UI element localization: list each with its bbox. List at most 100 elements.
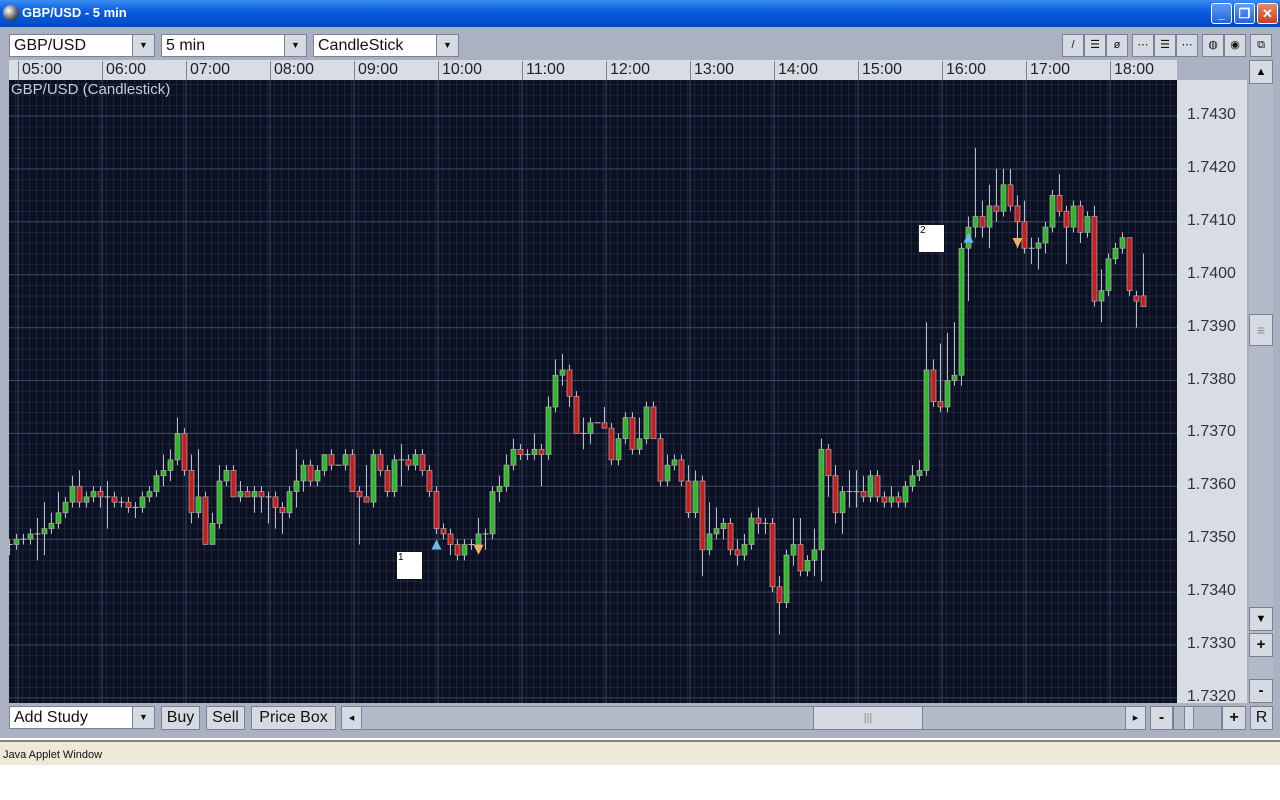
chevron-down-icon[interactable]: ▼ — [284, 35, 306, 56]
candle-down — [601, 422, 608, 429]
vertical-scrollbar[interactable]: ▲ ≡ ▼ + - — [1249, 60, 1273, 703]
candle-up — [888, 496, 895, 503]
candle-up — [643, 406, 650, 440]
time-zoom-in-button[interactable]: + — [1222, 706, 1246, 730]
trade-marker-2[interactable]: 2 — [919, 225, 944, 252]
vertical-scroll-thumb[interactable]: ≡ — [1249, 314, 1273, 346]
candle-up — [160, 470, 167, 477]
detach-window-icon[interactable]: ⧉ — [1250, 34, 1272, 57]
candle-down — [650, 406, 657, 440]
candle-down — [573, 396, 580, 434]
light-theme-icon[interactable]: ◍ — [1202, 34, 1224, 57]
chevron-down-icon[interactable]: ▼ — [132, 35, 154, 56]
candle-up — [559, 369, 566, 376]
scroll-right-button[interactable]: ▸ — [1125, 706, 1146, 730]
symbol-select[interactable]: GBP/USD ▼ — [9, 34, 155, 57]
candle-up — [195, 496, 202, 514]
candle-up — [944, 380, 951, 408]
price-label: 1.7380 — [1187, 370, 1236, 388]
candle-down — [930, 369, 937, 403]
candle-up — [41, 528, 48, 535]
sell-signal-icon — [473, 544, 484, 555]
trade-marker-1[interactable]: 1 — [397, 552, 422, 579]
candle-down — [1063, 210, 1070, 228]
candle-down — [657, 438, 664, 482]
ellipse-tool-icon[interactable]: ø — [1106, 34, 1128, 57]
candle-up — [818, 448, 825, 551]
time-zoom-slider[interactable] — [1173, 706, 1222, 730]
time-label: 15:00 — [858, 61, 942, 81]
horizontal-scroll-thumb[interactable]: ||| — [813, 706, 923, 730]
candle-up — [664, 464, 671, 482]
scroll-up-button[interactable]: ▲ — [1249, 60, 1273, 84]
candle-up — [804, 560, 811, 572]
chart-area[interactable]: GBP/USD (Candlestick) 1 2 — [9, 80, 1177, 703]
interval-value: 5 min — [166, 37, 206, 54]
restore-button[interactable]: ❐ — [1234, 3, 1255, 24]
price-zoom-in-button[interactable]: + — [1249, 633, 1273, 657]
chevron-down-icon[interactable]: ▼ — [436, 35, 458, 56]
candle-down — [76, 485, 83, 503]
scroll-left-button[interactable]: ◂ — [341, 706, 362, 730]
reset-button[interactable]: R — [1250, 706, 1273, 730]
buy-button[interactable]: Buy — [161, 706, 200, 730]
time-zoom-out-button[interactable]: - — [1150, 706, 1173, 730]
time-label: 08:00 — [270, 61, 354, 81]
sell-button[interactable]: Sell — [206, 706, 245, 730]
candle-down — [202, 496, 209, 545]
candle-up — [811, 549, 818, 561]
line-tool-icon[interactable]: / — [1062, 34, 1084, 57]
candle-up — [146, 491, 153, 498]
candle-down — [1133, 295, 1140, 302]
time-label: 09:00 — [354, 61, 438, 81]
zoom-slider-thumb[interactable] — [1184, 707, 1194, 729]
candle-up — [741, 544, 748, 556]
candle-up — [622, 417, 629, 440]
time-label: 05:00 — [18, 61, 102, 81]
candle-up — [461, 544, 468, 556]
candle-down — [937, 401, 944, 408]
candle-up — [1035, 242, 1042, 249]
candle-down — [1077, 205, 1084, 233]
minimize-button[interactable]: _ — [1211, 3, 1232, 24]
chart-type-select[interactable]: CandleStick ▼ — [313, 34, 459, 57]
candle-up — [510, 448, 517, 466]
price-label: 1.7350 — [1187, 529, 1236, 547]
candle-down — [419, 454, 426, 471]
buy-signal-icon — [431, 539, 442, 550]
candle-up — [839, 491, 846, 514]
candle-down — [1056, 194, 1063, 212]
price-box-button[interactable]: Price Box — [251, 706, 336, 730]
candle-up — [713, 528, 720, 535]
grid-style-1-icon[interactable]: ⋯ — [1132, 34, 1154, 57]
price-zoom-out-button[interactable]: - — [1249, 679, 1273, 703]
candle-down — [895, 496, 902, 503]
candle-down — [685, 480, 692, 514]
candle-up — [958, 247, 965, 376]
candle-up — [972, 216, 979, 228]
horizontal-scrollbar[interactable]: ◂ ||| ▸ — [341, 706, 1146, 730]
grid-style-2-icon[interactable]: ☰ — [1154, 34, 1176, 57]
close-button[interactable]: ✕ — [1257, 3, 1278, 24]
app-icon — [3, 5, 19, 21]
time-label: 07:00 — [186, 61, 270, 81]
price-label: 1.7340 — [1187, 582, 1236, 600]
candle-down — [272, 496, 279, 508]
scroll-down-button[interactable]: ▼ — [1249, 607, 1273, 631]
candle-up — [174, 433, 181, 461]
add-study-select[interactable]: Add Study ▼ — [9, 706, 155, 729]
grid-style-3-icon[interactable]: ⋯ — [1176, 34, 1198, 57]
horizontal-line-tool-icon[interactable]: ☰ — [1084, 34, 1106, 57]
candle-down — [727, 522, 734, 551]
candle-up — [342, 454, 349, 466]
candle-down — [825, 448, 832, 477]
price-axis: 1.7430 1.7420 1.7410 1.7400 1.7390 1.7380 1.73… — [1177, 80, 1247, 705]
candle-up — [209, 522, 216, 545]
time-label: 16:00 — [942, 61, 1026, 81]
candle-down — [769, 522, 776, 588]
candle-up — [489, 491, 496, 535]
dark-theme-icon[interactable]: ◉ — [1224, 34, 1246, 57]
candle-up — [370, 454, 377, 503]
chevron-down-icon[interactable]: ▼ — [132, 707, 154, 728]
interval-select[interactable]: 5 min ▼ — [161, 34, 307, 57]
